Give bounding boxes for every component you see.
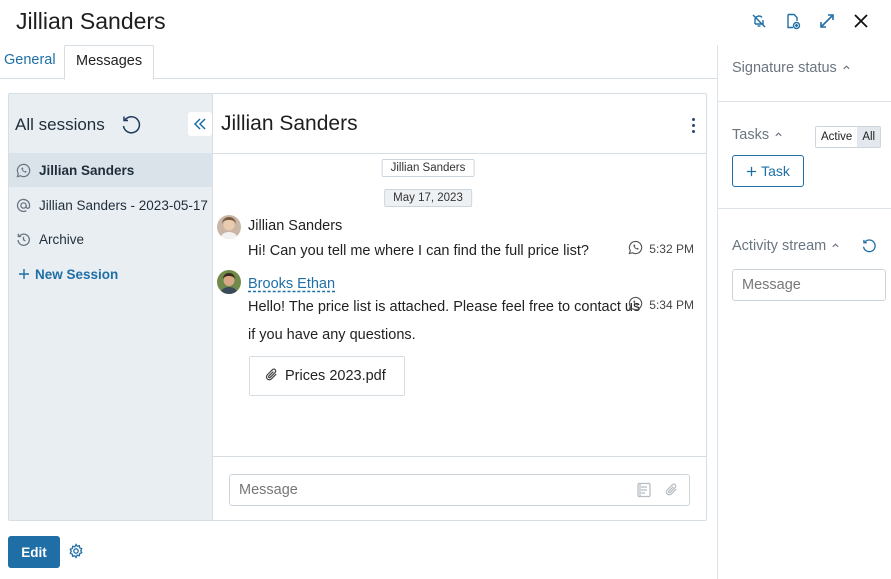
- document-export-icon[interactable]: [783, 10, 803, 32]
- paperclip-icon: [264, 367, 279, 386]
- gear-icon[interactable]: [68, 543, 84, 559]
- page-title: Jillian Sanders: [16, 8, 166, 34]
- tab-general[interactable]: General: [0, 45, 67, 79]
- message-input-placeholder: Message: [239, 482, 298, 498]
- compose-tools: [636, 482, 679, 502]
- activity-message-placeholder: Message: [742, 277, 801, 293]
- chat-divider: [213, 153, 706, 154]
- edit-button[interactable]: Edit: [8, 536, 60, 568]
- sessions-sidebar: All sessions Jillian Sanders Jillian San…: [9, 94, 213, 520]
- chevron-up-icon: [831, 238, 840, 254]
- template-icon[interactable]: [636, 482, 652, 502]
- filter-all-option[interactable]: All: [857, 127, 881, 147]
- history-icon: [15, 231, 32, 248]
- tab-messages[interactable]: Messages: [64, 45, 155, 80]
- double-chevron-left-icon: [193, 118, 206, 130]
- section-divider: [718, 101, 891, 102]
- whatsapp-icon: [15, 162, 32, 179]
- message-text: Hi! Can you tell me where I can find the…: [248, 243, 589, 259]
- session-item-label: Jillian Sanders: [39, 162, 135, 178]
- message-meta: 5:34 PM: [628, 296, 694, 314]
- activity-stream-label: Activity stream: [732, 238, 827, 254]
- section-divider: [718, 208, 891, 209]
- message-sender-link[interactable]: Brooks Ethan: [248, 276, 335, 292]
- chevron-up-icon: [774, 127, 783, 143]
- message-meta: 5:32 PM: [628, 240, 694, 258]
- plus-icon: [746, 166, 757, 177]
- message-input[interactable]: Message: [229, 474, 690, 506]
- activity-message-input[interactable]: Message: [732, 269, 886, 301]
- chat-title: Jillian Sanders: [221, 112, 358, 135]
- whatsapp-icon: [628, 240, 643, 258]
- new-session-button[interactable]: New Session: [9, 257, 213, 291]
- more-options-icon[interactable]: [689, 118, 697, 138]
- close-icon[interactable]: [851, 10, 871, 32]
- sessions-header: All sessions: [15, 115, 105, 134]
- tasks-label: Tasks: [732, 127, 770, 143]
- attachment-name: Prices 2023.pdf: [285, 368, 386, 384]
- bell-off-icon[interactable]: [749, 10, 769, 32]
- session-item-archive[interactable]: Archive: [9, 222, 213, 256]
- tab-bar: General Messages: [0, 45, 717, 80]
- session-item-label: Jillian Sanders - 2023-05-17: [39, 197, 208, 213]
- contact-chip: Jillian Sanders: [381, 159, 475, 177]
- date-separator: May 17, 2023: [384, 189, 472, 207]
- message-text: if you have any questions.: [248, 327, 416, 343]
- avatar[interactable]: [217, 270, 241, 294]
- refresh-icon[interactable]: [120, 114, 142, 136]
- add-task-button[interactable]: Task: [732, 155, 804, 187]
- email-at-icon: [15, 197, 32, 214]
- signature-status-header[interactable]: Signature status: [732, 60, 851, 76]
- filter-active-option[interactable]: Active: [816, 127, 857, 147]
- add-task-label: Task: [761, 163, 790, 179]
- chat-area: Jillian Sanders Jillian Sanders May 17, …: [213, 94, 706, 520]
- activity-stream-header[interactable]: Activity stream: [732, 238, 840, 254]
- message-sender: Jillian Sanders: [248, 218, 343, 234]
- tasks-filter-toggle: Active All: [815, 126, 882, 148]
- new-session-label: New Session: [35, 266, 119, 282]
- attachment-file[interactable]: Prices 2023.pdf: [249, 356, 405, 396]
- signature-status-label: Signature status: [732, 60, 837, 76]
- whatsapp-icon: [628, 296, 643, 314]
- session-item-label: Archive: [39, 231, 85, 247]
- window-controls: [749, 10, 871, 32]
- compose-divider: [213, 456, 706, 457]
- message-text: Hello! The price list is attached. Pleas…: [248, 299, 641, 315]
- expand-icon[interactable]: [817, 10, 837, 32]
- tasks-header[interactable]: Tasks: [732, 127, 783, 143]
- message-time: 5:34 PM: [649, 298, 694, 312]
- message-time: 5:32 PM: [649, 242, 694, 256]
- messages-panel: All sessions Jillian Sanders Jillian San…: [8, 93, 707, 521]
- avatar[interactable]: [217, 215, 241, 239]
- collapse-sidebar-button[interactable]: [188, 112, 212, 136]
- session-item-email[interactable]: Jillian Sanders - 2023-05-17: [9, 188, 213, 222]
- right-panel: Signature status Tasks Active All Task A…: [718, 45, 891, 579]
- plus-icon: [15, 266, 32, 283]
- session-item-whatsapp[interactable]: Jillian Sanders: [9, 153, 213, 187]
- refresh-icon[interactable]: [861, 238, 879, 256]
- paperclip-icon[interactable]: [664, 482, 679, 502]
- chevron-up-icon: [842, 60, 851, 76]
